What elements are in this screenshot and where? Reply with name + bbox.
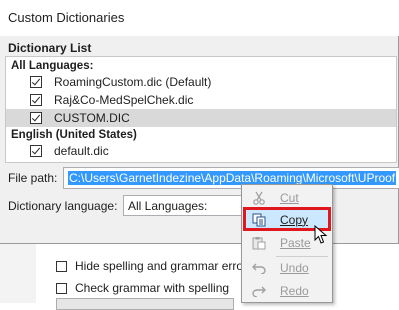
dictionary-checkbox[interactable]	[30, 94, 42, 106]
dictionary-item[interactable]: Raj&Co-MedSpelChek.dic	[6, 91, 396, 109]
hide-spelling-label: Hide spelling and grammar erro	[75, 259, 244, 273]
menu-item-redo[interactable]: Redo	[244, 280, 330, 302]
hide-spelling-checkbox[interactable]	[56, 260, 67, 272]
dictionary-listbox[interactable]: All Languages: RoamingCustom.dic (Defaul…	[5, 56, 397, 163]
file-path-field[interactable]: C:\Users\GarnetIndezine\AppData\Roaming\…	[63, 167, 399, 189]
menu-item-cut[interactable]: Cut	[244, 187, 330, 209]
group-all-languages: All Languages:	[11, 60, 94, 72]
dictionary-language-select[interactable]: All Languages:	[123, 195, 243, 216]
dictionary-list-label: Dictionary List	[8, 41, 92, 55]
dictionary-item[interactable]: RoamingCustom.dic (Default)	[6, 73, 396, 91]
dictionary-item-label: CUSTOM.DIC	[54, 111, 130, 125]
custom-dictionaries-dialog: Custom Dictionaries Dictionary List All …	[0, 0, 399, 244]
dictionary-language-label: Dictionary language:	[8, 199, 118, 213]
check-grammar-option[interactable]: Check grammar with spelling	[56, 280, 229, 296]
check-grammar-checkbox[interactable]	[56, 282, 67, 294]
menu-item-label: Undo	[280, 261, 309, 275]
dialog-title: Custom Dictionaries	[8, 10, 125, 25]
dictionary-language-value: All Languages:	[128, 199, 208, 213]
hide-spelling-option[interactable]: Hide spelling and grammar erro	[56, 258, 243, 274]
background-button[interactable]	[56, 298, 234, 310]
check-grammar-label: Check grammar with spelling	[75, 281, 230, 295]
dictionary-item-label: RoamingCustom.dic (Default)	[54, 75, 212, 89]
dictionary-item-label: Raj&Co-MedSpelChek.dic	[54, 93, 194, 107]
dictionary-checkbox[interactable]	[30, 76, 42, 88]
menu-item-label: Redo	[280, 284, 309, 298]
dictionary-item-selected[interactable]: CUSTOM.DIC	[6, 109, 396, 127]
paste-icon	[250, 235, 268, 251]
title-bar: Custom Dictionaries	[0, 0, 399, 36]
menu-item-undo[interactable]: Undo	[244, 257, 330, 279]
dictionary-item[interactable]: default.dic	[6, 142, 396, 160]
scissors-icon	[250, 190, 268, 206]
menu-item-label: Paste	[280, 236, 311, 250]
redo-icon	[250, 283, 268, 299]
dictionary-checkbox[interactable]	[30, 112, 42, 124]
undo-icon	[250, 260, 268, 276]
file-path-selected-text[interactable]: C:\Users\GarnetIndezine\AppData\Roaming\…	[68, 171, 397, 185]
group-english-us: English (United States)	[11, 129, 137, 141]
mouse-pointer-icon	[314, 224, 328, 248]
dictionary-item-label: default.dic	[54, 144, 109, 158]
menu-item-label: Cut	[280, 191, 299, 205]
dictionary-checkbox[interactable]	[30, 145, 42, 157]
file-path-label: File path:	[8, 171, 58, 185]
